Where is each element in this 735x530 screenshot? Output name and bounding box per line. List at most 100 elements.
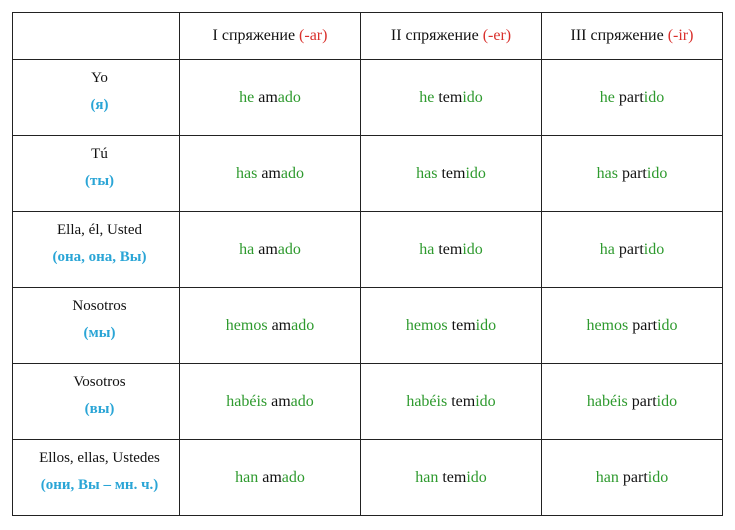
- stem: am: [258, 468, 282, 486]
- ending: ado: [291, 316, 315, 334]
- header-label: I спряжение: [212, 27, 300, 44]
- ending: ido: [647, 468, 669, 486]
- auxiliary: hemos: [405, 316, 448, 334]
- stem: am: [254, 88, 278, 106]
- ending: ido: [465, 164, 486, 182]
- auxiliary: has: [596, 164, 618, 182]
- table-row: Vosotros (вы) habéis amado habéis temido hab…: [12, 363, 723, 440]
- form-cell: he temido: [360, 59, 542, 136]
- stem: am: [267, 392, 291, 410]
- pronoun: Ellos, ellas, Ustedes: [39, 450, 160, 466]
- auxiliary: han: [415, 468, 439, 486]
- ending: ado: [277, 88, 301, 106]
- auxiliary: ha: [599, 240, 615, 258]
- ending: ido: [643, 88, 665, 106]
- form-cell: ha amado: [179, 211, 361, 288]
- table-row: Tú (ты) has amado has temido has partido: [12, 135, 723, 212]
- translation: (они, Вы – мн. ч.): [40, 477, 159, 493]
- form-cell: hemos amado: [179, 287, 361, 364]
- stem: tem: [447, 392, 476, 410]
- auxiliary: han: [595, 468, 619, 486]
- form-cell: han temido: [360, 439, 542, 516]
- header-ending: (-ir): [667, 27, 694, 44]
- form-cell: has temido: [360, 135, 542, 212]
- pronoun-cell: Ella, él, Usted (она, она, Вы): [12, 211, 180, 288]
- ending: ado: [277, 240, 301, 258]
- auxiliary: has: [236, 164, 258, 182]
- ending: ido: [657, 316, 678, 334]
- pronoun: Tú: [91, 146, 108, 162]
- form-cell: han partido: [541, 439, 723, 516]
- translation: (я): [90, 97, 109, 113]
- form-cell: hemos temido: [360, 287, 542, 364]
- ending: ido: [656, 392, 678, 410]
- pronoun-cell: Ellos, ellas, Ustedes (они, Вы – мн. ч.): [12, 439, 180, 516]
- form-cell: ha temido: [360, 211, 542, 288]
- pronoun-cell: Nosotros (мы): [12, 287, 180, 364]
- form-cell: he partido: [541, 59, 723, 136]
- auxiliary: han: [235, 468, 259, 486]
- ending: ado: [290, 392, 314, 410]
- stem: part: [618, 468, 648, 486]
- ending: ido: [643, 240, 665, 258]
- conjugation-table: I спряжение (-ar) II спряжение (-er) III…: [12, 12, 723, 516]
- stem: am: [254, 240, 278, 258]
- pronoun: Ella, él, Usted: [57, 222, 142, 238]
- corner-cell: [12, 12, 180, 60]
- ending: ido: [646, 164, 668, 182]
- table-row: Yo (я) he amado he temido he partido: [12, 59, 723, 136]
- auxiliary: has: [416, 164, 438, 182]
- form-cell: habéis temido: [360, 363, 542, 440]
- ending: ado: [281, 468, 305, 486]
- translation: (мы): [83, 325, 116, 341]
- stem: am: [267, 316, 292, 334]
- stem: part: [627, 392, 657, 410]
- stem: part: [628, 316, 658, 334]
- form-cell: habéis partido: [541, 363, 723, 440]
- header-cell: III спряжение (-ir): [541, 12, 723, 60]
- translation: (вы): [84, 401, 115, 417]
- ending: ido: [462, 240, 483, 258]
- translation: (ты): [84, 173, 115, 189]
- auxiliary: he: [419, 88, 435, 106]
- auxiliary: ha: [419, 240, 435, 258]
- form-cell: han amado: [179, 439, 361, 516]
- pronoun: Vosotros: [73, 374, 126, 390]
- form-cell: habéis amado: [179, 363, 361, 440]
- table-row: Nosotros (мы) hemos amado hemos temido hemos…: [12, 287, 723, 364]
- stem: part: [614, 240, 644, 258]
- table-row: Ella, él, Usted (она, она, Вы) ha amado ha …: [12, 211, 723, 288]
- header-label: II спряжение: [390, 27, 483, 44]
- stem: part: [614, 88, 644, 106]
- translation: (она, она, Вы): [52, 249, 147, 265]
- auxiliary: ha: [239, 240, 255, 258]
- ending: ado: [280, 164, 304, 182]
- form-cell: he amado: [179, 59, 361, 136]
- header-row: I спряжение (-ar) II спряжение (-er) III…: [12, 12, 723, 60]
- auxiliary: habéis: [586, 392, 628, 410]
- pronoun-cell: Yo (я): [12, 59, 180, 136]
- auxiliary: he: [239, 88, 255, 106]
- stem: tem: [447, 316, 476, 334]
- form-cell: ha partido: [541, 211, 723, 288]
- pronoun: Nosotros: [72, 298, 127, 314]
- pronoun-cell: Tú (ты): [12, 135, 180, 212]
- form-cell: has amado: [179, 135, 361, 212]
- pronoun: Yo: [91, 70, 108, 86]
- auxiliary: hemos: [225, 316, 268, 334]
- stem: tem: [437, 164, 466, 182]
- stem: part: [618, 164, 647, 182]
- header-cell: II спряжение (-er): [360, 12, 542, 60]
- header-label: III спряжение: [570, 27, 668, 44]
- form-cell: hemos partido: [541, 287, 723, 364]
- stem: tem: [434, 88, 463, 106]
- ending: ido: [466, 468, 487, 486]
- pronoun-cell: Vosotros (вы): [12, 363, 180, 440]
- stem: tem: [438, 468, 467, 486]
- header-ending: (-er): [482, 27, 512, 44]
- header-ending: (-ar): [299, 27, 328, 44]
- auxiliary: habéis: [226, 392, 268, 410]
- auxiliary: hemos: [586, 316, 629, 334]
- auxiliary: he: [599, 88, 615, 106]
- ending: ido: [475, 392, 496, 410]
